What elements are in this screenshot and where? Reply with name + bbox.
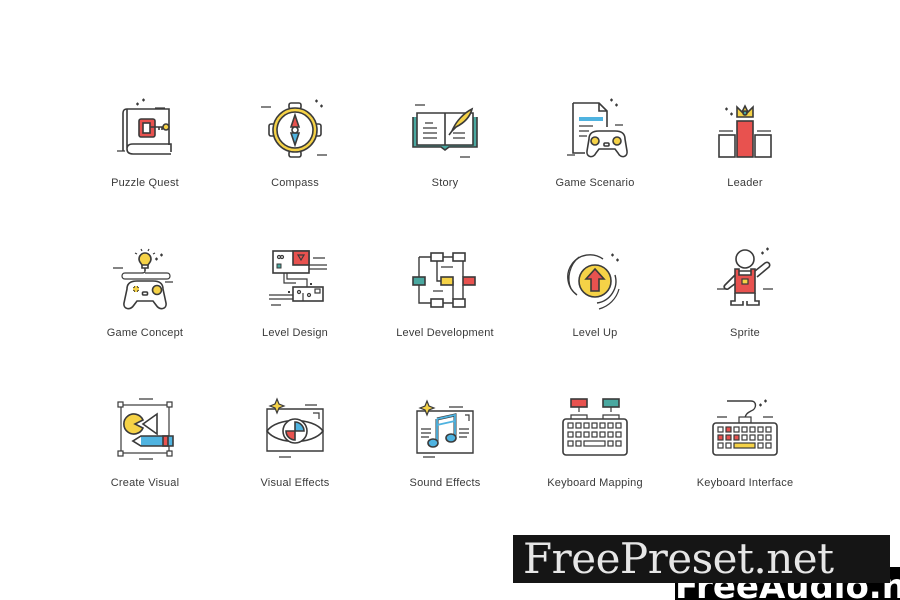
icon-label: Compass: [271, 177, 319, 189]
keyboard-interface-icon: [712, 399, 778, 456]
icon-label: Level Up: [572, 327, 618, 339]
icon-tile-sprite: Sprite: [670, 245, 820, 375]
puzzle-quest-icon: [117, 98, 172, 155]
leader-podium-icon: [718, 104, 772, 158]
level-development-icon: [412, 252, 476, 308]
sound-effects-icon: [416, 399, 474, 458]
icon-tile-story: Story: [370, 95, 520, 225]
visual-effects-icon: [266, 397, 324, 458]
story-book-icon: [412, 104, 478, 158]
icon-tile-game-concept: Game Concept: [70, 245, 220, 375]
icon-tile-leader: Leader: [670, 95, 820, 225]
game-concept-icon: [113, 248, 173, 310]
level-up-icon: [567, 253, 620, 310]
icon-tile-puzzle-quest: Puzzle Quest: [70, 95, 220, 225]
icon-label: Sprite: [730, 327, 760, 339]
icon-tile-game-scenario: Game Scenario: [520, 95, 670, 225]
icon-label: Visual Effects: [260, 477, 330, 489]
icon-label: Level Development: [396, 327, 494, 339]
icon-label: Keyboard Interface: [696, 477, 794, 489]
icon-label: Puzzle Quest: [111, 177, 179, 189]
level-design-icon: [269, 250, 327, 306]
icon-label: Leader: [727, 177, 763, 189]
icon-label: Game Scenario: [555, 177, 635, 189]
icon-tile-level-design: Level Design: [220, 245, 370, 375]
icon-label: Keyboard Mapping: [547, 477, 643, 489]
icon-tile-compass: Compass: [220, 95, 370, 225]
icon-label: Sound Effects: [409, 477, 481, 489]
icon-label: Game Concept: [106, 327, 184, 339]
icon-label: Story: [431, 177, 459, 189]
icon-tile-visual-effects: Visual Effects: [220, 395, 370, 525]
compass-icon: [261, 99, 327, 158]
icon-label: Level Design: [262, 327, 328, 339]
icon-tile-level-up: Level Up: [520, 245, 670, 375]
icon-tile-create-visual: Create Visual: [70, 395, 220, 525]
create-visual-icon: [117, 398, 174, 460]
watermark-primary: FreePreset.net: [513, 535, 890, 583]
icon-label: Create Visual: [110, 477, 180, 489]
game-scenario-icon: [567, 98, 628, 158]
icon-tile-level-development: Level Development: [370, 245, 520, 375]
icon-tile-keyboard-interface: Keyboard Interface: [670, 395, 820, 525]
icon-tile-keyboard-mapping: Keyboard Mapping: [520, 395, 670, 525]
icon-tile-sound-effects: Sound Effects: [370, 395, 520, 525]
sprite-icon: [717, 247, 773, 306]
keyboard-mapping-icon: [562, 398, 628, 456]
